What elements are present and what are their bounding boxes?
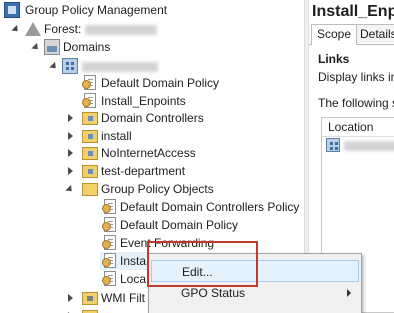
collapsed-chevron-icon[interactable] [68, 132, 73, 140]
tree-node-default-domain-policy-link[interactable]: Default Domain Policy [0, 73, 304, 93]
tree-label: Default Domain Policy [120, 218, 239, 232]
tree-node-test-department[interactable]: test-department [0, 161, 304, 181]
tab-strip: Scope Details [309, 24, 394, 45]
wmi-filter-folder-icon [82, 292, 98, 305]
table-row[interactable] [326, 138, 394, 154]
links-following-text: The following sit [318, 96, 394, 110]
redacted-text [84, 24, 157, 35]
tree-node-forest[interactable]: Forest: [0, 19, 304, 39]
gpo-icon [102, 253, 116, 268]
collapsed-chevron-icon[interactable] [68, 149, 73, 157]
tree-node-gpm[interactable]: Group Policy Management [0, 0, 304, 20]
links-heading: Links [318, 52, 350, 66]
expanded-chevron-icon[interactable] [11, 24, 21, 35]
tree-node-gpo-event-forwarding[interactable]: Event Forwarding [0, 233, 304, 253]
tree-node-group-policy-objects[interactable]: Group Policy Objects [0, 179, 304, 199]
domains-icon [44, 39, 60, 55]
menu-item-edit[interactable]: Edit... [151, 260, 359, 282]
tree-label: WMI Filt [101, 291, 145, 305]
tree-label: Insta [120, 254, 147, 268]
ou-folder-icon [82, 165, 98, 178]
tab-details[interactable]: Details [354, 24, 394, 43]
gpo-link-icon [82, 93, 96, 108]
folder-icon [82, 183, 98, 196]
context-menu: Edit... GPO Status [148, 253, 362, 313]
submenu-arrow-icon [347, 289, 351, 297]
tree-label: Loca [120, 272, 147, 286]
tree-label: NoInternetAccess [101, 146, 196, 160]
gpo-title: Install_Enpo [312, 3, 394, 20]
tree-node-nointernetaccess[interactable]: NoInternetAccess [0, 143, 304, 163]
domain-icon [326, 138, 340, 152]
tree-label: Default Domain Controllers Policy [120, 200, 300, 214]
menu-item-gpo-status[interactable]: GPO Status [151, 282, 359, 304]
ou-folder-icon [82, 130, 98, 143]
gpo-icon [102, 199, 116, 214]
forest-icon [25, 22, 41, 36]
tree-node-gpo-default-domain-policy[interactable]: Default Domain Policy [0, 215, 304, 235]
domain-icon [62, 58, 78, 74]
tree-node-domains[interactable]: Domains [0, 37, 304, 57]
redacted-location [344, 141, 394, 151]
tree-label: Event Forwarding [120, 236, 215, 250]
tree-node-domain-controllers[interactable]: Domain Controllers [0, 108, 304, 128]
gpo-icon [102, 235, 116, 250]
expanded-chevron-icon[interactable] [31, 42, 41, 53]
ou-folder-icon [82, 147, 98, 160]
expanded-chevron-icon[interactable] [49, 61, 59, 72]
collapsed-chevron-icon[interactable] [68, 114, 73, 122]
tree-label: install [101, 129, 132, 143]
tree-label: Install_Enpoints [101, 94, 186, 108]
tree-label: test-department [101, 164, 186, 178]
collapsed-chevron-icon[interactable] [68, 294, 73, 302]
redacted-domain-name [82, 61, 158, 72]
gpo-icon [102, 271, 116, 286]
tree-label: Domain Controllers [101, 111, 204, 125]
gpo-icon [102, 217, 116, 232]
ou-folder-icon [82, 112, 98, 125]
gpo-link-icon [82, 75, 96, 90]
tree-label: Default Domain Policy [101, 76, 220, 90]
menu-item-label: GPO Status [181, 286, 246, 300]
tree-label: Group Policy Objects [101, 182, 214, 196]
group-policy-management-icon [4, 2, 20, 18]
tab-scope[interactable]: Scope [311, 24, 358, 45]
menu-item-label: Edit... [182, 265, 213, 279]
column-label: Location [328, 120, 374, 134]
tree-label: Group Policy Management [25, 3, 168, 17]
collapsed-chevron-icon[interactable] [68, 167, 73, 175]
tree-label: Domains [63, 40, 111, 54]
tree-label: Forest: [44, 22, 82, 36]
expanded-chevron-icon[interactable] [65, 184, 75, 195]
tree-node-gpo-default-dc-policy[interactable]: Default Domain Controllers Policy [0, 197, 304, 217]
links-description: Display links in t [318, 70, 394, 84]
location-column-header[interactable]: Location [322, 118, 394, 137]
